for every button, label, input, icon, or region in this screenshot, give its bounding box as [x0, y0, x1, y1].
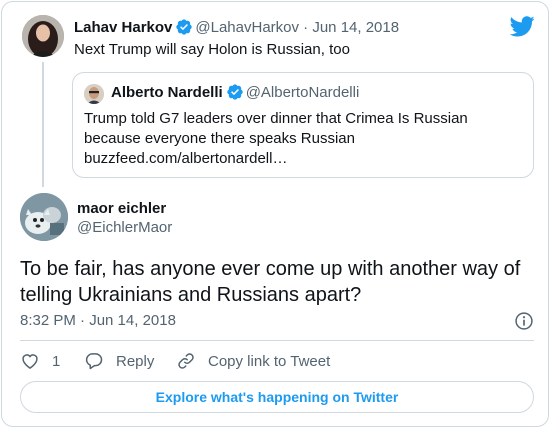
twitter-bird-icon[interactable]	[510, 16, 535, 37]
quoted-tweet[interactable]: Alberto Nardelli @AlbertoNardelli Trump t…	[72, 72, 534, 178]
parent-avatar[interactable]	[22, 15, 64, 57]
divider	[20, 340, 534, 341]
verified-badge-icon	[176, 19, 193, 35]
reply-button[interactable]: Reply	[84, 350, 154, 372]
copy-link-label: Copy link to Tweet	[208, 352, 331, 370]
quoted-header: Alberto Nardelli @AlbertoNardelli	[111, 83, 359, 103]
main-avatar[interactable]	[20, 193, 68, 241]
quoted-text-body: Trump told G7 leaders over dinner that C…	[84, 110, 468, 147]
quoted-link[interactable]: buzzfeed.com/albertonardell…	[84, 149, 514, 169]
main-tweet-text: To be fair, has anyone ever come up with…	[20, 258, 521, 306]
quoted-avatar	[84, 84, 104, 104]
verified-badge-icon	[227, 84, 243, 100]
parent-header: Lahav Harkov @LahavHarkov · Jun 14, 2018	[74, 18, 399, 38]
quoted-author-handle: @AlbertoNardelli	[245, 84, 360, 101]
copy-link-button[interactable]: Copy link to Tweet	[176, 350, 330, 372]
quoted-author-name: Alberto Nardelli	[111, 84, 223, 101]
explore-label: Explore what's happening on Twitter	[155, 389, 399, 405]
parent-separator: ·	[299, 19, 313, 36]
explore-button[interactable]: Explore what's happening on Twitter	[20, 381, 534, 413]
info-icon[interactable]	[514, 311, 534, 331]
main-author-handle[interactable]: @EichlerMaor	[77, 218, 172, 238]
heart-icon	[22, 354, 38, 369]
parent-tweet-text: Next Trump will say Holon is Russian, to…	[74, 41, 350, 58]
reply-label: Reply	[116, 352, 155, 370]
reply-icon	[85, 353, 103, 370]
like-button[interactable]: 1	[20, 350, 60, 372]
link-icon	[178, 353, 194, 369]
thread-line	[42, 62, 44, 187]
parent-author-handle[interactable]: @LahavHarkov	[195, 19, 299, 36]
tweet-embed-card: Lahav Harkov @LahavHarkov · Jun 14, 2018 …	[1, 1, 549, 427]
like-count: 1	[52, 352, 61, 370]
parent-author-name[interactable]: Lahav Harkov	[74, 19, 172, 36]
quoted-tweet-text: Trump told G7 leaders over dinner that C…	[84, 109, 514, 169]
parent-date[interactable]: Jun 14, 2018	[312, 19, 399, 36]
main-author-name[interactable]: maor eichler	[77, 199, 166, 219]
tweet-timestamp[interactable]: 8:32 PM · Jun 14, 2018	[20, 311, 176, 331]
